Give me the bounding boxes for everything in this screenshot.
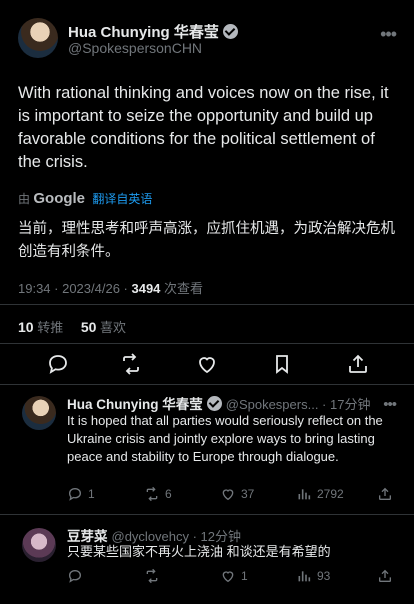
retweet-icon (144, 568, 160, 584)
reply-action-reply[interactable]: 1 (67, 486, 95, 502)
author-name-text[interactable]: Hua Chunying 华春莹 (68, 24, 219, 41)
translate-link[interactable]: 翻译自英语 (92, 192, 152, 206)
tweet-timestamp[interactable]: 19:34 · 2023/4/26 · (18, 281, 131, 296)
author-name[interactable]: Hua Chunying 华春莹 (68, 21, 238, 42)
like-icon (220, 568, 236, 584)
likes-label: 喜欢 (100, 320, 127, 335)
reply-action-like[interactable]: 37 (220, 486, 254, 502)
reply-action-like[interactable]: 1 (220, 568, 248, 584)
reply-action-views[interactable]: 93 (296, 568, 330, 584)
reply-author-handle[interactable]: @dyclovehcy · 12分钟 (112, 529, 242, 544)
retweets-count: 10 (18, 319, 34, 335)
reply-action-share[interactable] (377, 486, 393, 502)
like-icon (220, 486, 236, 502)
views-label: 次查看 (160, 281, 204, 296)
reply-icon (67, 486, 83, 502)
like-count: 1 (241, 569, 248, 583)
retweet-icon[interactable] (119, 352, 143, 376)
divider (0, 514, 414, 515)
reply-action-views[interactable]: 2792 (296, 486, 344, 502)
reply-actions: 1 6 37 2792 (67, 486, 397, 504)
reply-author-name[interactable]: Hua Chunying 华春莹 (67, 397, 203, 412)
reply-avatar[interactable] (22, 528, 56, 562)
more-options-icon[interactable]: ••• (380, 24, 397, 45)
share-icon[interactable] (346, 352, 370, 376)
reply-icon[interactable] (46, 352, 70, 376)
view-count: 2792 (317, 487, 344, 501)
reply-author-name[interactable]: 豆芽菜 (67, 529, 108, 544)
reply-header: 豆芽菜 @dyclovehcy · 12分钟 (67, 525, 241, 545)
like-icon[interactable] (195, 352, 219, 376)
author-handle[interactable]: @SpokespersonCHN (68, 40, 202, 56)
retweets-label: 转推 (37, 320, 64, 335)
views-icon (296, 486, 312, 502)
translation-attribution: 由 Google 翻译自英语 (18, 190, 152, 207)
retweet-icon (144, 486, 160, 502)
translate-by-label: 由 (18, 192, 31, 206)
retweets-stat[interactable]: 10 转推 (18, 319, 64, 335)
reply-action-reply[interactable] (67, 568, 88, 584)
translated-text: 当前，理性思考和呼声高涨，应抓住机遇，为政治解决危机创造有利条件。 (18, 221, 395, 260)
reply-count: 1 (88, 487, 95, 501)
views-count: 3494 (131, 281, 161, 296)
retweet-count: 6 (165, 487, 172, 501)
reply-text: It is hoped that all parties would serio… (67, 413, 383, 464)
divider (0, 343, 414, 344)
view-count: 93 (317, 569, 331, 583)
engagement-stats: 10 转推 50 喜欢 (18, 317, 126, 336)
reply-text: 只要某些国家不再火上浇油 和谈还是有希望的 (67, 544, 331, 559)
reply-action-share[interactable] (377, 568, 393, 584)
reply-action-retweet[interactable]: 6 (144, 486, 172, 502)
views-icon (296, 568, 312, 584)
reply-icon (67, 568, 83, 584)
google-logo: Google (33, 190, 86, 207)
likes-stat[interactable]: 50 喜欢 (80, 319, 127, 335)
share-icon (377, 486, 393, 502)
reply-author-handle[interactable]: @Spokespers... · 17分钟 (226, 397, 371, 412)
verified-badge-icon (206, 396, 222, 411)
reply-actions: 1 93 (67, 568, 397, 586)
verified-badge-icon (222, 24, 238, 39)
tweet-meta: 19:34 · 2023/4/26 · 3494 次查看 (18, 278, 203, 297)
divider (0, 384, 414, 385)
like-count: 37 (241, 487, 255, 501)
reply-action-retweet[interactable] (144, 568, 165, 584)
author-avatar[interactable] (18, 18, 58, 58)
tweet-text: With rational thinking and voices now on… (18, 84, 389, 171)
likes-count: 50 (80, 319, 97, 335)
divider (0, 304, 414, 305)
bookmark-icon[interactable] (270, 352, 294, 376)
more-options-icon[interactable]: ••• (383, 396, 397, 413)
reply-avatar[interactable] (22, 396, 56, 430)
reply-header: Hua Chunying 华春莹 @Spokespers... · 17分钟 (67, 393, 370, 413)
share-icon (377, 568, 393, 584)
